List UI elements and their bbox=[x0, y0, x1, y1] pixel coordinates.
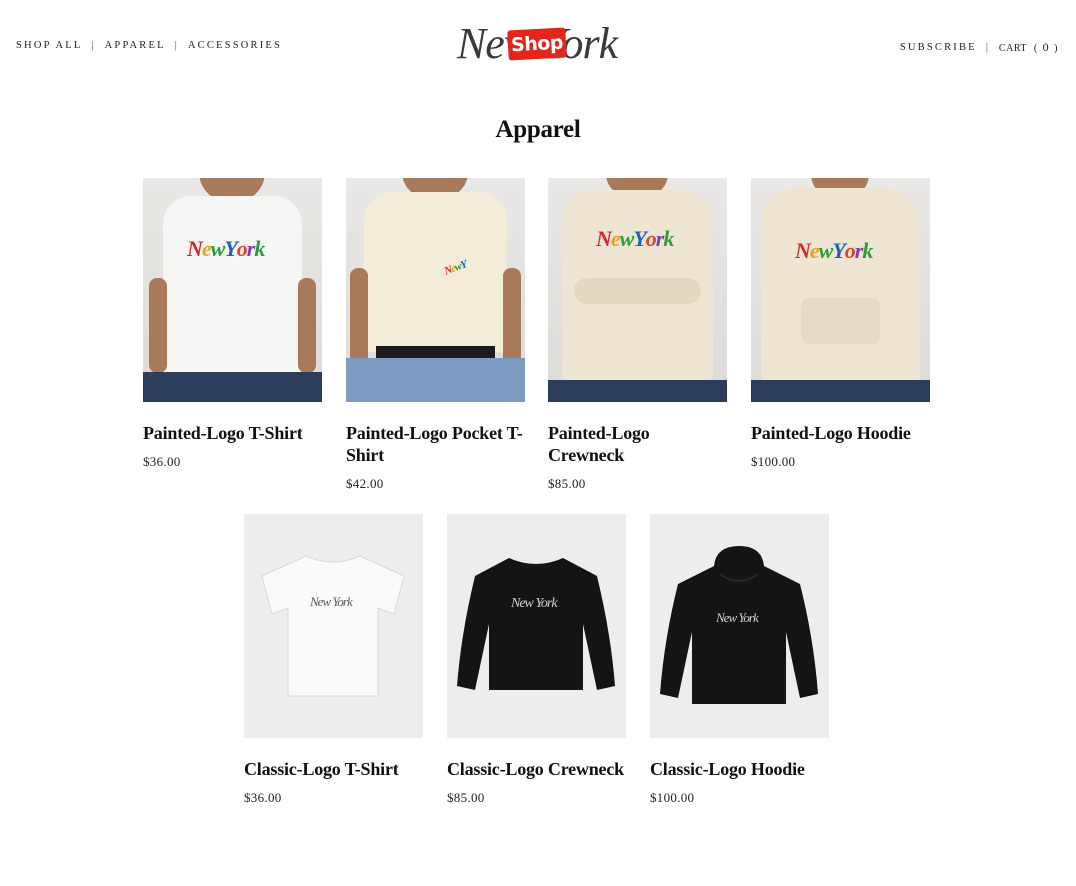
garment bbox=[364, 192, 507, 352]
product-image[interactable]: New York bbox=[244, 514, 423, 738]
product-card[interactable]: New York Classic-Logo T-Shirt $36.00 bbox=[244, 514, 423, 806]
cart-paren-close: ) bbox=[1054, 43, 1058, 54]
classic-logo-graphic: New York bbox=[511, 596, 558, 611]
garment bbox=[163, 196, 302, 386]
nav-separator: | bbox=[174, 40, 177, 51]
product-price: $85.00 bbox=[447, 790, 485, 805]
page-title: Apparel bbox=[495, 116, 581, 143]
product-card[interactable]: New York Painted-Logo Crewneck $85.00 bbox=[548, 178, 727, 492]
subscribe-link[interactable]: SUBSCRIBE bbox=[900, 42, 977, 53]
product-image[interactable]: New York bbox=[447, 514, 626, 738]
garment bbox=[761, 188, 920, 382]
utility-nav: SUBSCRIBE | CART ( 0 ) bbox=[900, 40, 1058, 55]
shop-badge: Shop bbox=[507, 27, 567, 61]
classic-logo-graphic: New York bbox=[310, 594, 353, 609]
product-card[interactable]: NewY Painted-Logo Pocket T-Shirt $42.00 bbox=[346, 178, 525, 492]
classic-logo-graphic: New York bbox=[716, 610, 759, 625]
primary-nav: SHOP ALL | APPAREL | ACCESSORIES bbox=[16, 40, 282, 51]
crewneck-flat-illustration bbox=[457, 558, 615, 690]
product-name[interactable]: Painted-Logo Pocket T-Shirt bbox=[346, 422, 525, 466]
product-image[interactable]: New York bbox=[751, 178, 930, 402]
nav-apparel[interactable]: APPAREL bbox=[105, 40, 166, 51]
painted-logo-graphic: New York bbox=[187, 236, 265, 261]
product-card[interactable]: New York Painted-Logo T-Shirt $36.00 bbox=[143, 178, 322, 470]
product-price: $36.00 bbox=[244, 790, 282, 805]
product-name[interactable]: Classic-Logo Hoodie bbox=[650, 758, 829, 780]
cart-link[interactable]: CART ( 0 ) bbox=[999, 40, 1058, 55]
site-header: SHOP ALL | APPAREL | ACCESSORIES New Yor… bbox=[0, 0, 1076, 90]
product-image[interactable]: New York bbox=[548, 178, 727, 402]
product-name[interactable]: Classic-Logo T-Shirt bbox=[244, 758, 423, 780]
cart-label: CART bbox=[998, 43, 1027, 54]
product-price: $85.00 bbox=[548, 476, 586, 491]
product-price: $100.00 bbox=[650, 790, 695, 805]
product-card[interactable]: New York Classic-Logo Crewneck $85.00 bbox=[447, 514, 626, 806]
product-name[interactable]: Painted-Logo T-Shirt bbox=[143, 422, 322, 444]
product-name[interactable]: Classic-Logo Crewneck bbox=[447, 758, 626, 780]
cart-paren-open: ( bbox=[1033, 43, 1038, 54]
product-price: $42.00 bbox=[346, 476, 384, 491]
nav-separator: | bbox=[985, 42, 988, 53]
product-name[interactable]: Painted-Logo Crewneck bbox=[548, 422, 727, 466]
product-card[interactable]: New York Classic-Logo Hoodie $100.00 bbox=[650, 514, 829, 806]
tshirt-flat-illustration bbox=[261, 555, 405, 697]
site-logo[interactable]: New York Shop bbox=[446, 19, 628, 68]
product-image[interactable]: New York bbox=[143, 178, 322, 402]
nav-separator: | bbox=[91, 40, 94, 51]
product-image[interactable]: New York bbox=[650, 514, 829, 738]
painted-logo-graphic: New York bbox=[596, 226, 674, 251]
product-price: $100.00 bbox=[751, 454, 796, 469]
product-price: $36.00 bbox=[143, 454, 181, 469]
nav-accessories[interactable]: ACCESSORIES bbox=[188, 40, 282, 51]
hoodie-flat-illustration bbox=[660, 546, 818, 704]
painted-logo-graphic: New York bbox=[795, 238, 873, 263]
product-card[interactable]: New York Painted-Logo Hoodie $100.00 bbox=[751, 178, 930, 470]
cart-count: 0 bbox=[1042, 40, 1050, 54]
product-image[interactable]: NewY bbox=[346, 178, 525, 402]
nav-shop-all[interactable]: SHOP ALL bbox=[16, 40, 83, 51]
product-name[interactable]: Painted-Logo Hoodie bbox=[751, 422, 930, 444]
